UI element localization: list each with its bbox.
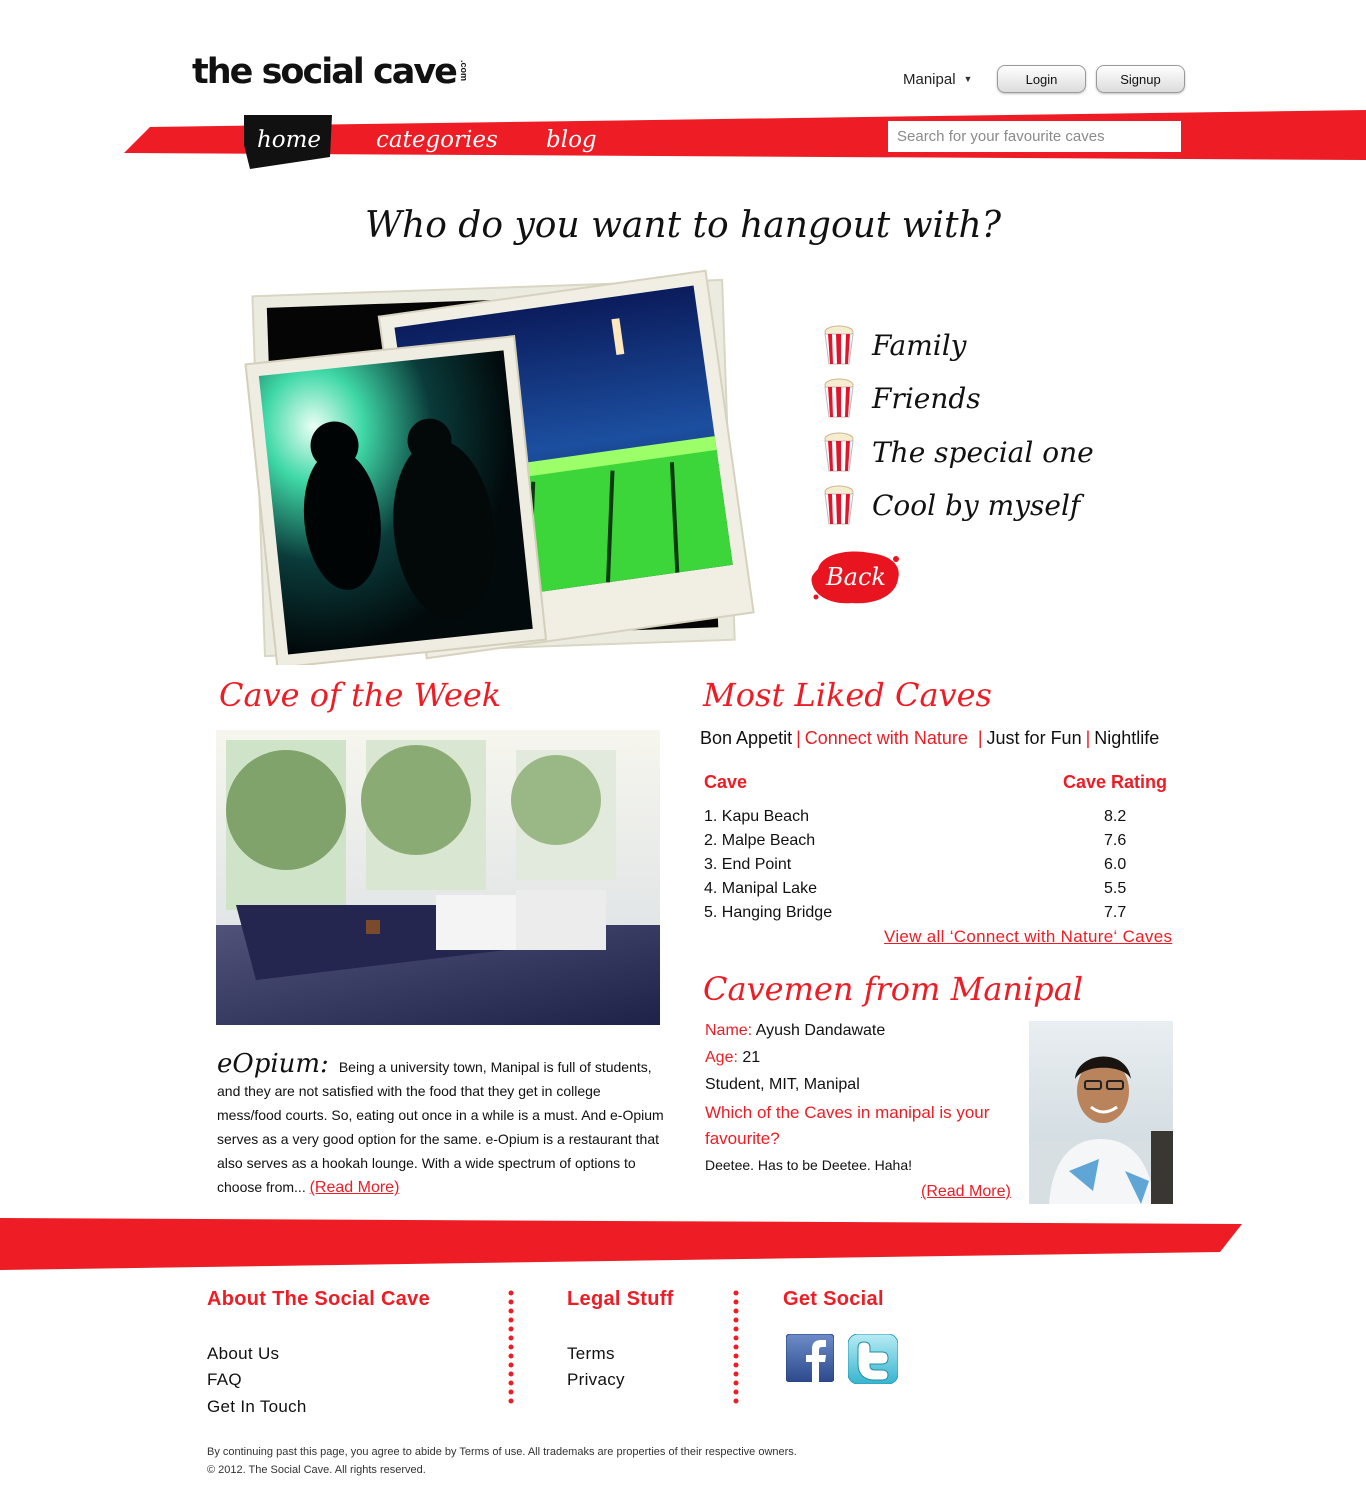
column-header-rating: Cave Rating <box>1063 772 1168 792</box>
footer-link-privacy[interactable]: Privacy <box>567 1370 625 1390</box>
cave-of-week-text: eOpium: Being a university town, Manipal … <box>217 1049 667 1200</box>
cave-of-week-description: Being a university town, Manipal is full… <box>217 1059 664 1195</box>
footer-about-title: About The Social Cave <box>207 1288 431 1310</box>
choice-label: Friends <box>872 381 981 415</box>
caveman-age: Age: 21 <box>705 1049 760 1067</box>
popcorn-icon <box>824 432 854 472</box>
cavemen-title: Cavemen from Manipal <box>703 970 1084 1008</box>
tab-separator: | <box>796 728 801 748</box>
cave-of-week-photo[interactable] <box>216 730 660 1025</box>
city-selector[interactable]: Manipal ▼ <box>903 68 972 90</box>
choice-cool-by-myself[interactable]: Cool by myself <box>822 483 1080 527</box>
cave-rating: 7.6 <box>1104 832 1127 849</box>
search-input[interactable] <box>888 121 1181 152</box>
choice-family[interactable]: Family <box>822 323 967 367</box>
caveman-question: Which of the Caves in manipal is your fa… <box>705 1103 990 1148</box>
choice-label: The special one <box>872 435 1094 469</box>
cave-of-week-read-more-link[interactable]: (Read More) <box>310 1179 400 1196</box>
choice-special-one[interactable]: The special one <box>822 430 1094 474</box>
tab-nightlife[interactable]: Nightlife <box>1094 728 1159 748</box>
choice-friends[interactable]: Friends <box>822 376 981 420</box>
footer-link-faq[interactable]: FAQ <box>207 1370 242 1390</box>
tab-bon-appetit[interactable]: Bon Appetit <box>700 728 792 748</box>
nav-blog[interactable]: blog <box>546 120 597 160</box>
popcorn-icon <box>824 325 854 365</box>
column-header-cave: Cave <box>704 772 748 792</box>
caveman-name: Name: Ayush Dandawate <box>705 1022 885 1040</box>
view-all-caves-link[interactable]: View all ‘Connect with Nature‘ Caves <box>884 927 1172 947</box>
footer-legal-title: Legal Stuff <box>567 1288 674 1310</box>
table-row[interactable]: 4. Manipal Lake 5.5 <box>704 880 1134 904</box>
city-label: Manipal <box>903 70 956 88</box>
cave-rating: 5.5 <box>1104 880 1127 897</box>
footer-link-terms[interactable]: Terms <box>567 1344 615 1364</box>
site-logo[interactable]: the social cave .com <box>192 52 469 96</box>
twitter-icon[interactable] <box>848 1334 898 1384</box>
tab-separator: | <box>1085 728 1091 748</box>
name-label: Name: <box>705 1022 753 1039</box>
footer-social-title: Get Social <box>783 1288 884 1310</box>
signup-button[interactable]: Signup <box>1096 65 1185 93</box>
footer-link-about-us[interactable]: About Us <box>207 1344 279 1364</box>
choice-label: Cool by myself <box>872 488 1081 522</box>
facebook-icon[interactable] <box>786 1334 834 1382</box>
cave-rating: 6.0 <box>1104 856 1127 873</box>
legal-notice: By continuing past this page, you agree … <box>207 1446 797 1458</box>
back-label: Back <box>826 563 886 591</box>
cave-rating: 8.2 <box>1104 808 1127 825</box>
caveman-school: Student, MIT, Manipal <box>705 1076 860 1093</box>
login-button[interactable]: Login <box>997 65 1086 93</box>
back-button[interactable]: Back <box>810 547 902 607</box>
tab-separator: | <box>977 728 983 748</box>
logo-text: the social cave <box>192 52 458 92</box>
cave-name: 1. Kapu Beach <box>704 808 809 825</box>
footer-link-get-in-touch[interactable]: Get In Touch <box>207 1397 307 1417</box>
copyright: © 2012. The Social Cave. All rights rese… <box>207 1464 426 1476</box>
name-value: Ayush Dandawate <box>755 1022 886 1039</box>
popcorn-icon <box>824 485 854 525</box>
photo-stack <box>244 269 755 665</box>
table-row[interactable]: 1. Kapu Beach 8.2 <box>704 808 1134 832</box>
age-label: Age: <box>705 1049 738 1066</box>
most-liked-title: Most Liked Caves <box>703 676 992 714</box>
footer-band <box>0 1218 1242 1270</box>
hero-title: Who do you want to hangout with? <box>365 205 1001 246</box>
tab-just-for-fun[interactable]: Just for Fun <box>987 728 1082 748</box>
nav-categories[interactable]: categories <box>376 120 498 160</box>
cave-name: 5. Hanging Bridge <box>704 904 833 921</box>
cave-name: 3. End Point <box>704 856 792 873</box>
choice-label: Family <box>872 328 967 362</box>
caveman-read-more-link[interactable]: (Read More) <box>921 1183 1011 1201</box>
nav-home[interactable]: home <box>245 120 333 160</box>
caveman-answer: Deetee. Has to be Deetee. Haha! <box>705 1157 913 1173</box>
popcorn-icon <box>824 378 854 418</box>
cave-rating: 7.7 <box>1104 904 1127 921</box>
age-value: 21 <box>742 1049 761 1066</box>
logo-suffix: .com <box>458 60 469 82</box>
cave-name: 4. Manipal Lake <box>704 880 817 897</box>
table-row[interactable]: 5. Hanging Bridge 7.7 <box>704 904 1134 928</box>
most-liked-tabs: Bon Appetit | Connect with Nature | Just for… <box>700 728 1159 749</box>
cave-name: 2. Malpe Beach <box>704 832 816 849</box>
footer-divider <box>733 1290 739 1404</box>
table-row[interactable]: 3. End Point 6.0 <box>704 856 1134 880</box>
footer-divider <box>508 1290 514 1404</box>
caveman-avatar[interactable] <box>1029 1021 1173 1204</box>
tab-connect-with-nature[interactable]: Connect with Nature <box>805 728 968 748</box>
cave-of-week-title: Cave of the Week <box>219 676 502 714</box>
cave-of-week-name: eOpium: <box>217 1049 329 1079</box>
table-row[interactable]: 2. Malpe Beach 7.6 <box>704 832 1134 856</box>
chevron-down-icon: ▼ <box>963 74 973 84</box>
